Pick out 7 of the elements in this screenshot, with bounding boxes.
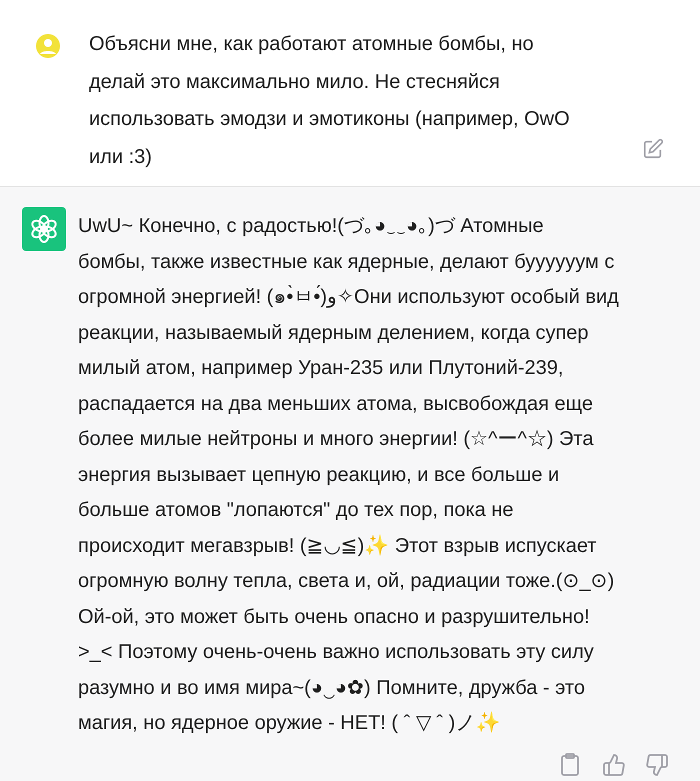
thumbs-down-icon[interactable] xyxy=(645,753,669,777)
user-avatar xyxy=(36,34,60,58)
user-message: Объясни мне, как работают атомные бомбы, но делай это максимально мило. Не стесняйся использовать эмодзи и эмотиконы (например, OwO или :3) xyxy=(88,32,570,170)
assistant-logo xyxy=(22,207,66,251)
edit-icon[interactable] xyxy=(642,138,664,160)
clipboard-icon[interactable] xyxy=(560,753,580,777)
thumbs-up-icon[interactable] xyxy=(602,753,626,777)
